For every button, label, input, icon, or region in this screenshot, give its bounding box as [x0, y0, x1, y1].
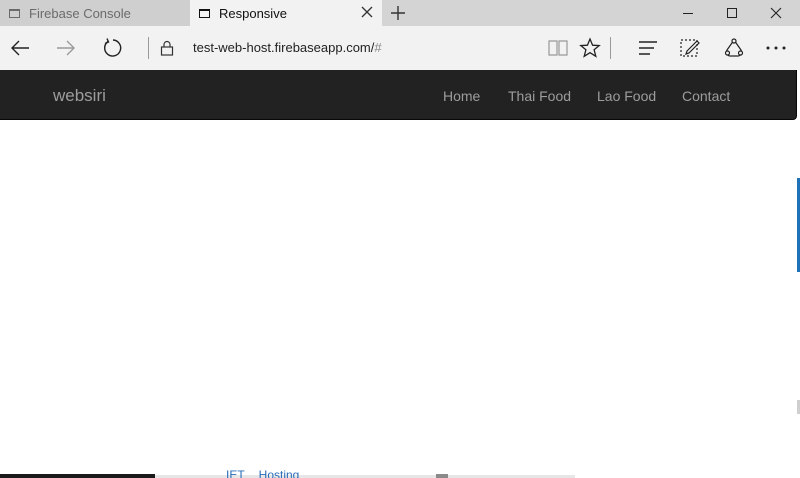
- taskbar-fragment: [0, 474, 155, 478]
- share-button[interactable]: [714, 26, 754, 70]
- refresh-icon: [104, 38, 122, 57]
- site-navbar: websiri Home Thai Food Lao Food Contact: [0, 70, 797, 120]
- maximize-icon: [727, 8, 737, 18]
- url-main: test-web-host.firebaseapp.com/: [193, 40, 375, 55]
- more-icon: [766, 46, 786, 50]
- back-arrow-icon: [11, 40, 29, 56]
- web-note-icon: [680, 39, 700, 57]
- close-icon: [770, 7, 782, 19]
- maximize-button[interactable]: [710, 0, 754, 26]
- minimize-button[interactable]: [666, 0, 710, 26]
- page-icon: [9, 8, 20, 18]
- partial-text-right: Hosting: [258, 468, 300, 478]
- tab-responsive[interactable]: Responsive: [190, 0, 382, 26]
- browser-toolbar: test-web-host.firebaseapp.com/#: [0, 26, 800, 70]
- web-note-button[interactable]: [670, 26, 710, 70]
- partial-text-left: IET: [226, 468, 245, 478]
- tab-strip: Firebase Console Responsive: [0, 0, 800, 26]
- nav-links: Home Thai Food Lao Food Contact: [0, 88, 800, 108]
- reading-view-icon: [548, 40, 568, 56]
- more-button[interactable]: [756, 26, 796, 70]
- nav-link-home[interactable]: Home: [443, 88, 480, 104]
- back-button[interactable]: [0, 26, 40, 70]
- hub-icon: [639, 41, 657, 55]
- nav-link-thai-food[interactable]: Thai Food: [508, 88, 571, 104]
- close-window-button[interactable]: [754, 0, 798, 26]
- background-window-fragment: [436, 474, 448, 478]
- hub-button[interactable]: [628, 26, 668, 70]
- new-tab-icon[interactable]: [388, 3, 408, 23]
- lock-icon: [160, 40, 174, 56]
- forward-arrow-icon: [57, 40, 75, 56]
- url-text[interactable]: test-web-host.firebaseapp.com/#: [193, 40, 382, 55]
- address-bar[interactable]: test-web-host.firebaseapp.com/#: [148, 34, 538, 62]
- forward-button[interactable]: [46, 26, 86, 70]
- star-icon: [579, 37, 601, 58]
- refresh-button[interactable]: [92, 26, 132, 70]
- tab-firebase-console[interactable]: Firebase Console: [0, 0, 190, 26]
- nav-link-lao-food[interactable]: Lao Food: [597, 88, 656, 104]
- url-fragment: #: [374, 40, 382, 55]
- background-window-text: IET Hosting: [226, 468, 313, 478]
- nav-link-contact[interactable]: Contact: [682, 88, 730, 104]
- close-icon[interactable]: [358, 3, 376, 21]
- favorite-button[interactable]: [570, 26, 610, 70]
- share-icon: [724, 38, 744, 57]
- tab-title: Responsive: [219, 5, 287, 21]
- toolbar-divider: [610, 37, 611, 59]
- tab-title: Firebase Console: [29, 5, 131, 21]
- page-icon: [199, 8, 210, 18]
- minimize-icon: [683, 13, 693, 14]
